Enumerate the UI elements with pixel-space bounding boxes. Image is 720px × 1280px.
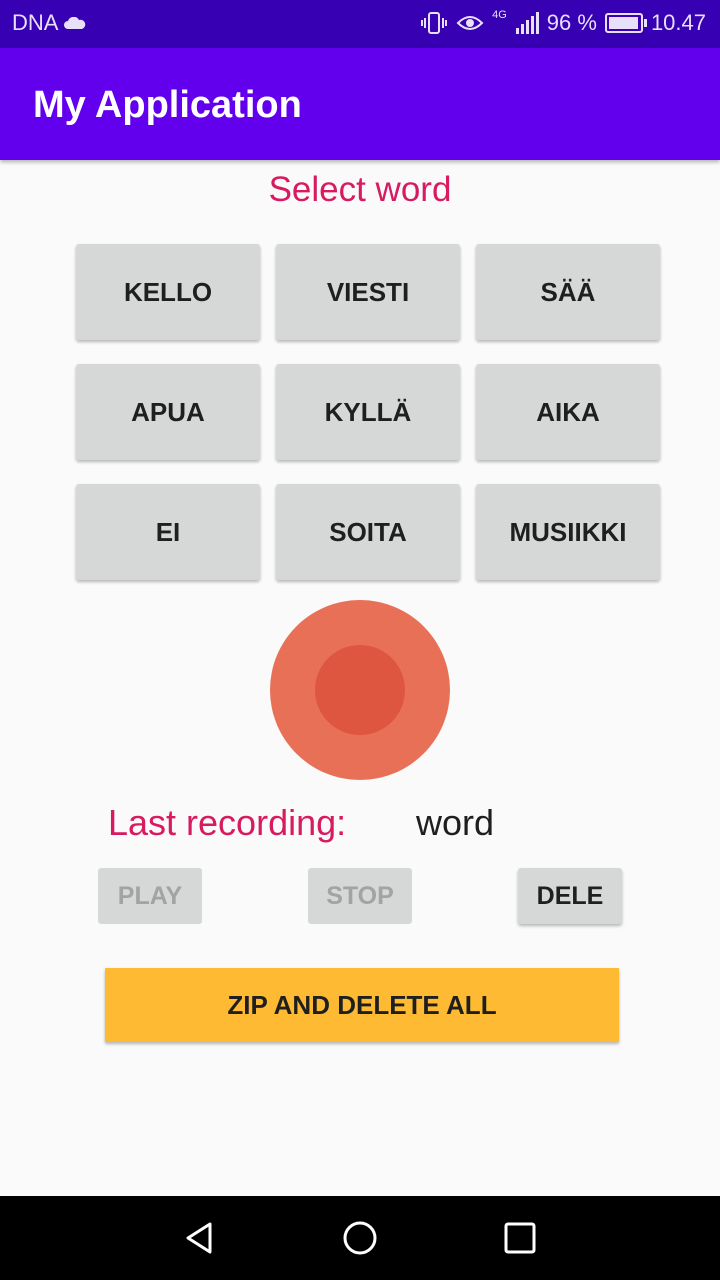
navigation-bar — [0, 1196, 720, 1280]
record-icon — [315, 645, 405, 735]
stop-button[interactable]: STOP — [308, 868, 412, 924]
word-button-viesti[interactable]: VIESTI — [276, 244, 460, 340]
battery-percent: 96 % — [546, 10, 597, 35]
app-title: My Application — [33, 84, 302, 126]
word-button-ei[interactable]: EI — [76, 484, 260, 580]
delete-button[interactable]: DELE — [518, 868, 622, 924]
word-button-soita[interactable]: SOITA — [276, 484, 460, 580]
play-button[interactable]: PLAY — [98, 868, 202, 924]
back-icon[interactable] — [178, 1216, 222, 1260]
clock: 10.47 — [650, 10, 706, 35]
app-bar: My Application — [0, 48, 720, 160]
status-left: DNA — [12, 10, 86, 36]
word-button-kello[interactable]: KELLO — [76, 244, 260, 340]
last-recording-value: word — [416, 802, 495, 843]
word-button-kylla[interactable]: KYLLÄ — [276, 364, 460, 460]
last-recording-label: Last recording: — [108, 802, 347, 843]
home-icon[interactable] — [338, 1216, 382, 1260]
status-right: 4G 96 % 10.47 — [420, 9, 706, 36]
word-button-apua[interactable]: APUA — [76, 364, 260, 460]
select-word-label: Select word — [268, 170, 452, 209]
record-button[interactable] — [270, 600, 450, 780]
eye-icon — [456, 16, 484, 30]
word-button-saa[interactable]: SÄÄ — [476, 244, 660, 340]
signal-icon — [515, 12, 539, 34]
status-bar: DNA 4G 96 % 10.47 — [0, 0, 720, 48]
zip-and-delete-all-button[interactable]: ZIP AND DELETE ALL — [105, 968, 619, 1042]
vibrate-icon — [421, 12, 448, 34]
carrier-label: DNA — [12, 10, 59, 35]
cloud-icon — [64, 17, 86, 29]
word-button-musiikki[interactable]: MUSIIKKI — [476, 484, 660, 580]
recents-icon[interactable] — [498, 1216, 542, 1260]
network-type: 4G — [492, 9, 507, 21]
battery-icon — [604, 13, 647, 33]
word-button-aika[interactable]: AIKA — [476, 364, 660, 460]
